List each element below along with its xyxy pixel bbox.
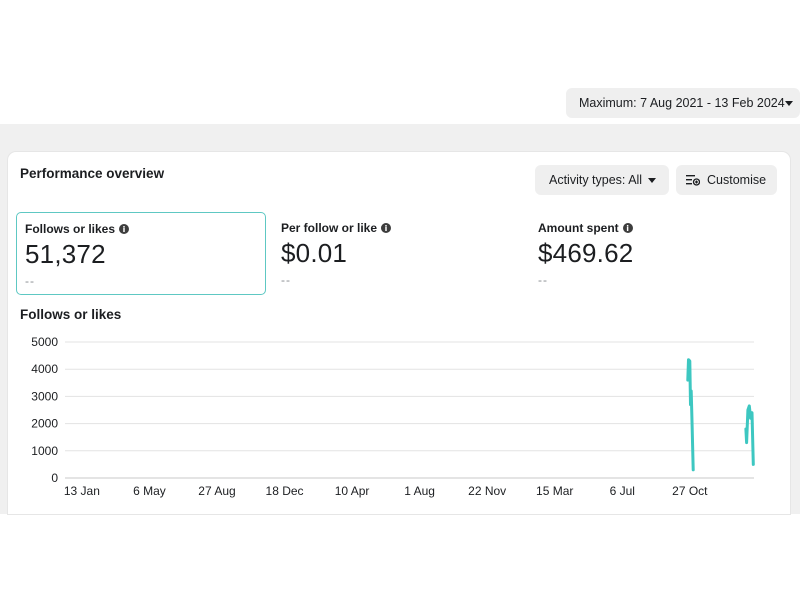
x-tick-label: 1 Aug (404, 484, 435, 498)
metric-delta: -- (538, 273, 548, 287)
metric-per-follow-or-like[interactable]: Per follow or like i $0.01 -- (273, 212, 523, 295)
metric-value: 51,372 (25, 239, 106, 269)
date-range-dropdown[interactable]: Maximum: 7 Aug 2021 - 13 Feb 2024 (566, 88, 800, 118)
chevron-down-icon (785, 101, 793, 106)
metric-label: Per follow or like (281, 221, 378, 235)
x-tick-label: 27 Oct (672, 484, 708, 498)
metric-delta: -- (281, 273, 291, 287)
x-tick-label: 13 Jan (64, 484, 100, 498)
metric-label: Follows or likes (25, 222, 116, 236)
x-tick-label: 27 Aug (198, 484, 235, 498)
y-tick-label: 3000 (31, 389, 58, 403)
x-tick-label: 6 Jul (610, 484, 635, 498)
y-tick-label: 4000 (31, 362, 58, 376)
y-tick-label: 0 (51, 471, 58, 485)
activity-types-dropdown[interactable]: Activity types: All (535, 165, 669, 195)
info-icon[interactable]: i (381, 223, 392, 233)
chart-title: Follows or likes (20, 307, 122, 322)
metric-delta: -- (25, 274, 35, 288)
info-icon[interactable]: i (622, 223, 633, 233)
metric-follows-or-likes[interactable]: Follows or likes i 51,372 -- (16, 212, 266, 295)
x-tick-label: 18 Dec (266, 484, 304, 498)
customise-icon (686, 175, 700, 186)
x-tick-label: 22 Nov (468, 484, 506, 498)
series-line (686, 358, 695, 472)
y-tick-label: 5000 (31, 335, 58, 349)
card-title: Performance overview (20, 166, 165, 181)
metric-label: Amount spent (538, 221, 619, 235)
y-tick-label: 2000 (31, 417, 58, 431)
follows-chart: 0 1000 2000 3000 4000 5000 13 Jan 6 May 27 Aug 18… (31, 335, 755, 498)
customise-label: Customise (707, 173, 767, 187)
chevron-down-icon (648, 178, 656, 183)
performance-overview-card: Performance overview Activity types: All… (8, 152, 790, 514)
customise-button[interactable]: Customise (676, 165, 777, 195)
y-tick-label: 1000 (31, 444, 58, 458)
metric-value: $469.62 (538, 238, 634, 268)
series-line (744, 404, 755, 466)
metric-amount-spent[interactable]: Amount spent i $469.62 -- (530, 212, 780, 295)
activity-types-label: Activity types: All (549, 173, 643, 187)
x-tick-label: 15 Mar (536, 484, 573, 498)
x-tick-label: 10 Apr (335, 484, 370, 498)
metric-value: $0.01 (281, 238, 348, 268)
x-tick-label: 6 May (133, 484, 166, 498)
info-icon[interactable]: i (119, 224, 130, 234)
date-range-label: Maximum: 7 Aug 2021 - 13 Feb 2024 (579, 96, 785, 110)
